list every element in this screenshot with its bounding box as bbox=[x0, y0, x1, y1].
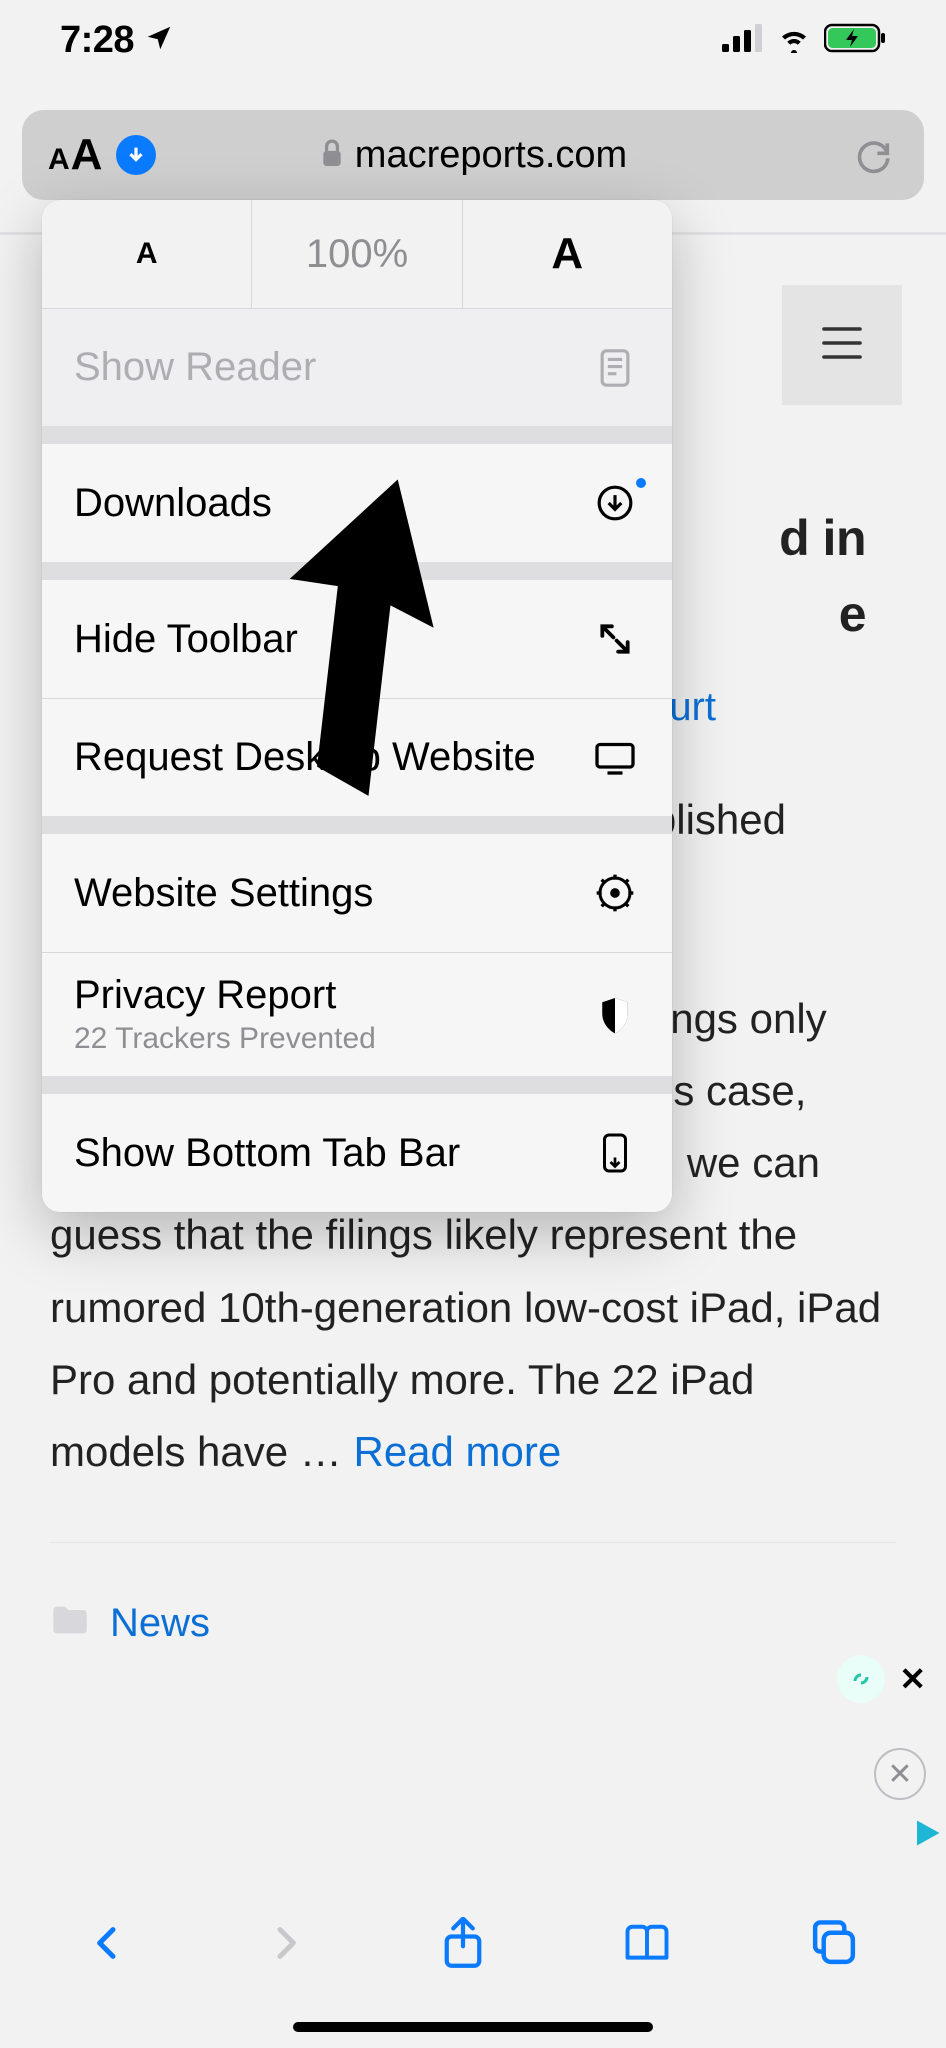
hide-toolbar-item[interactable]: Hide Toolbar bbox=[42, 580, 672, 698]
home-indicator bbox=[293, 2022, 653, 2032]
privacy-report-item[interactable]: Privacy Report 22 Trackers Prevented bbox=[42, 952, 672, 1076]
read-more-link[interactable]: Read more bbox=[353, 1428, 561, 1475]
privacy-report-subtitle: 22 Trackers Prevented bbox=[74, 1022, 376, 1056]
author-link[interactable]: urt bbox=[669, 685, 716, 729]
text-size-control: A 100% A bbox=[42, 200, 672, 308]
expand-icon bbox=[590, 620, 640, 658]
gear-icon bbox=[590, 873, 640, 913]
site-menu-button[interactable] bbox=[782, 285, 902, 405]
ad-close-button[interactable]: ✕ bbox=[874, 1748, 926, 1800]
increase-text-button[interactable]: A bbox=[463, 200, 672, 308]
status-time: 7:28 bbox=[60, 19, 134, 62]
download-circle-icon bbox=[590, 484, 640, 522]
lock-icon bbox=[319, 137, 345, 174]
shield-icon bbox=[590, 995, 640, 1035]
category-row: News bbox=[50, 1542, 896, 1660]
adchoices-icon[interactable] bbox=[912, 1818, 942, 1853]
status-bar: 7:28 bbox=[0, 0, 946, 80]
tabs-button[interactable] bbox=[810, 1919, 858, 1972]
back-button[interactable] bbox=[88, 1919, 128, 1972]
decrease-text-button[interactable]: A bbox=[42, 200, 251, 308]
desktop-icon bbox=[590, 740, 640, 776]
url-text: macreports.com bbox=[355, 134, 627, 177]
location-icon bbox=[144, 23, 174, 58]
wifi-icon bbox=[774, 23, 814, 58]
close-icon: ✕ bbox=[887, 1757, 912, 1792]
website-settings-item[interactable]: Website Settings bbox=[42, 834, 672, 952]
widget-icon[interactable] bbox=[837, 1655, 885, 1703]
browser-toolbar bbox=[0, 1890, 946, 2000]
bookmarks-button[interactable] bbox=[621, 1919, 673, 1972]
downloads-item[interactable]: Downloads bbox=[42, 444, 672, 562]
close-icon[interactable]: ✕ bbox=[899, 1660, 926, 1698]
address-bar[interactable]: AA macreports.com bbox=[22, 110, 924, 200]
downloads-indicator-icon[interactable] bbox=[116, 135, 156, 175]
reload-button[interactable] bbox=[854, 135, 894, 175]
hamburger-icon bbox=[820, 325, 864, 366]
cellular-signal-icon bbox=[722, 24, 764, 57]
phone-bottom-bar-icon bbox=[590, 1132, 640, 1174]
battery-charging-icon bbox=[824, 23, 886, 58]
category-link[interactable]: News bbox=[110, 1588, 210, 1659]
text-size-button[interactable]: AA bbox=[48, 130, 102, 180]
zoom-level[interactable]: 100% bbox=[251, 200, 462, 308]
share-button[interactable] bbox=[441, 1917, 485, 1974]
page-settings-menu: A 100% A Show Reader Downloads Hide Tool… bbox=[42, 200, 672, 1212]
show-reader-item: Show Reader bbox=[42, 308, 672, 426]
reader-icon bbox=[590, 348, 640, 388]
new-download-dot bbox=[636, 478, 646, 488]
request-desktop-item[interactable]: Request Desktop Website bbox=[42, 698, 672, 816]
folder-icon bbox=[50, 1587, 90, 1660]
forward-button[interactable] bbox=[265, 1919, 305, 1972]
show-bottom-tab-bar-item[interactable]: Show Bottom Tab Bar bbox=[42, 1094, 672, 1212]
floating-widget: ✕ bbox=[837, 1655, 926, 1703]
